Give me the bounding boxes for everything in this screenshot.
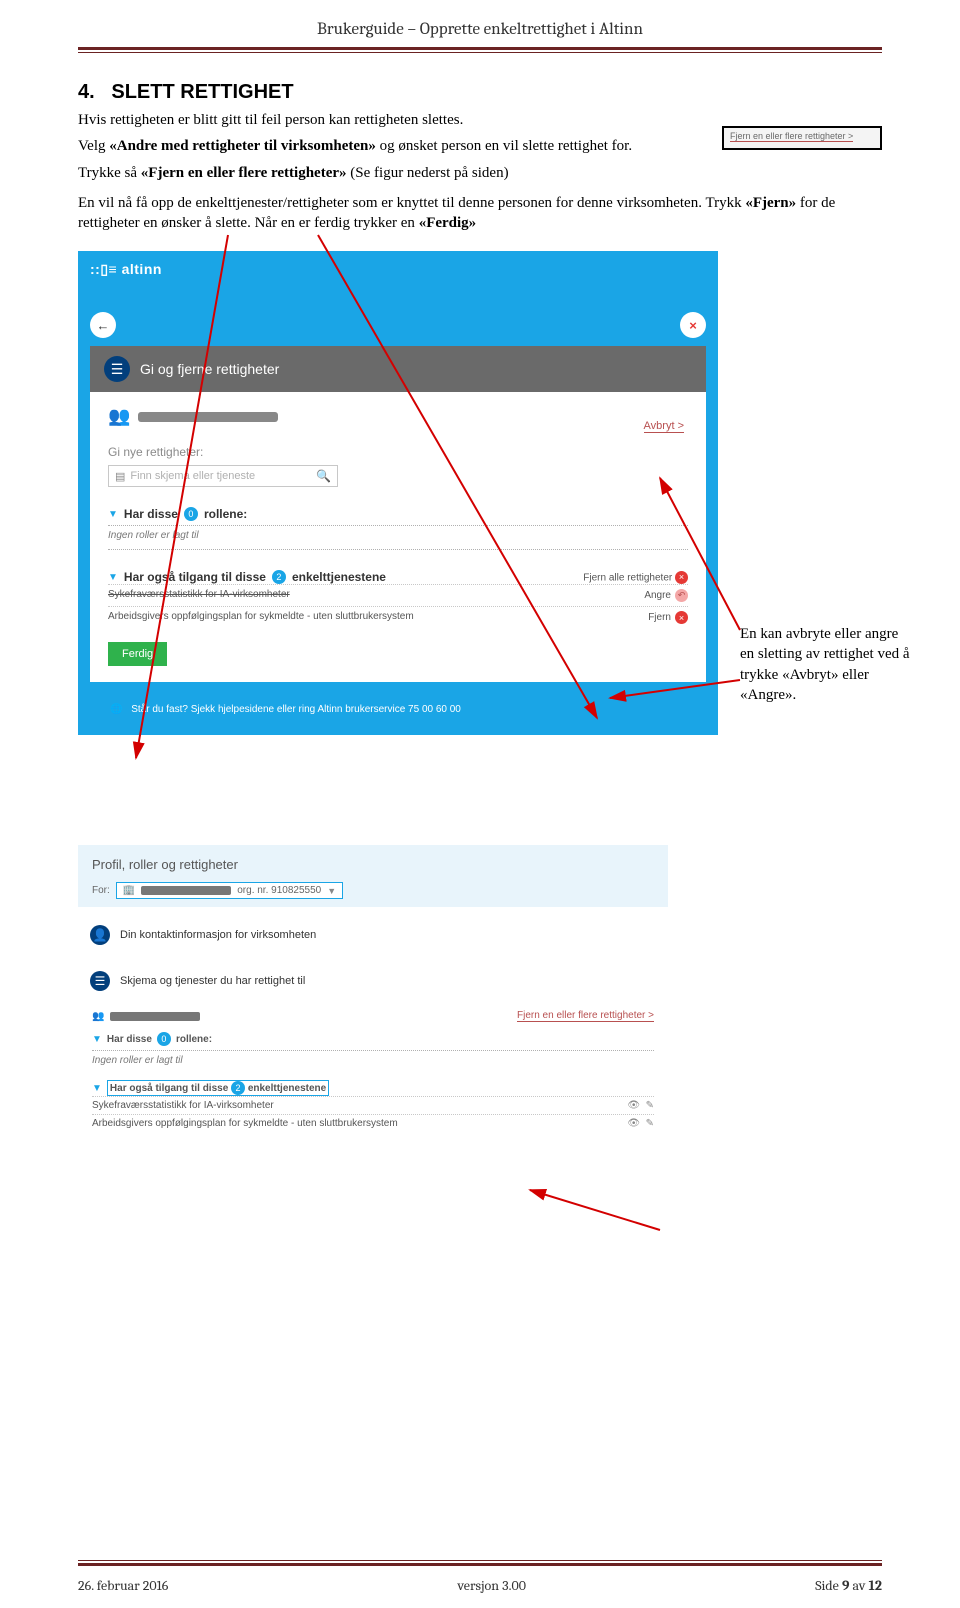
cancel-link[interactable]: Avbryt >	[644, 420, 684, 433]
help-bar: 🌐 Står du fast? Sjekk hjelpesidene eller…	[90, 694, 706, 725]
page-header-title: Brukerguide – Opprette enkeltrettighet i…	[0, 0, 960, 39]
undo-icon[interactable]: ↶	[675, 589, 688, 602]
org-dropdown[interactable]: 🏢 org. nr. 910825550 ▼	[116, 882, 343, 899]
undo-link[interactable]: Angre	[644, 590, 671, 601]
search-icon: 🔍	[316, 469, 331, 483]
service-row-1b: Sykefraværsstatistikk for IA-virksomhete…	[92, 1100, 274, 1111]
redacted-name-2	[110, 1012, 200, 1021]
remove-link[interactable]: Fjern	[648, 612, 671, 623]
para-2: En vil nå få opp de enkelttjenester/rett…	[78, 193, 882, 234]
para-1c: Trykke så «Fjern en eller flere rettighe…	[78, 163, 882, 183]
back-button[interactable]: ←	[90, 312, 116, 338]
chevron-down-icon: ▼	[327, 886, 336, 896]
remove-icon[interactable]: ×	[675, 571, 688, 584]
footer-version: versjon 3.00	[457, 1577, 526, 1594]
dialog-title: Gi og fjerne rettigheter	[140, 361, 279, 377]
services-count-badge: 2	[272, 570, 286, 584]
close-button[interactable]: ×	[680, 312, 706, 338]
triangle-icon: ▼	[108, 509, 118, 520]
users-icon: 👥	[92, 1011, 104, 1022]
view-edit-icons[interactable]: 👁 ✎	[627, 1100, 654, 1111]
footer-page: Side 9 av 12	[815, 1577, 882, 1594]
altinn-logo: ::▯≡ altinn	[90, 261, 162, 278]
service-row-1: Sykefraværsstatistikk for IA-virksomhete…	[108, 589, 290, 602]
search-input[interactable]: ▤ Finn skjema eller tjeneste 🔍	[108, 465, 338, 487]
person-icon: 👤	[90, 925, 110, 945]
roles-heading: ▼ Har disse 0 rollene:	[108, 507, 688, 521]
service-row-2: Arbeidsgivers oppfølgingsplan for sykmel…	[108, 611, 414, 624]
roles-count-badge: 0	[157, 1032, 171, 1046]
for-label: For:	[92, 885, 110, 896]
triangle-icon: ▼	[108, 572, 118, 583]
triangle-icon: ▼	[92, 1083, 102, 1094]
profile-title: Profil, roller og rettigheter	[92, 857, 654, 872]
contact-info-row[interactable]: Din kontaktinformasjon for virksomheten	[120, 929, 316, 941]
view-edit-icons[interactable]: 👁 ✎	[627, 1118, 654, 1129]
services-count-badge: 2	[231, 1081, 245, 1095]
redacted-org	[141, 886, 231, 895]
users-icon: 👥	[108, 406, 130, 427]
remove-rights-link[interactable]: Fjern en eller flere rettigheter >	[517, 1010, 654, 1022]
remove-all-link[interactable]: Fjern alle rettigheter	[583, 572, 672, 583]
section-heading: 4. SLETT RETTIGHET	[78, 81, 882, 104]
section-number: 4.	[78, 81, 95, 103]
form-icon: ☰	[90, 971, 110, 991]
callout-text: En kan avbryte eller angre en sletting a…	[740, 624, 910, 705]
search-placeholder: Finn skjema eller tjeneste	[130, 470, 255, 482]
building-icon: 🏢	[123, 885, 135, 896]
roles-count-badge: 0	[184, 507, 198, 521]
give-rights-label: Gi nye rettigheter:	[108, 445, 688, 459]
no-roles-text-2: Ingen roller er lagt til	[92, 1051, 654, 1070]
footer-rule	[78, 1560, 882, 1566]
triangle-icon: ▼	[92, 1034, 102, 1045]
globe-icon: 🌐	[110, 704, 122, 715]
org-number: org. nr. 910825550	[237, 885, 321, 896]
doc-icon: ▤	[115, 470, 125, 483]
no-roles-text: Ingen roller er lagt til	[108, 526, 688, 545]
service-row-2b: Arbeidsgivers oppfølgingsplan for sykmel…	[92, 1118, 398, 1129]
screenshot-profile-panel: Profil, roller og rettigheter For: 🏢 org…	[78, 845, 668, 1146]
remove-icon[interactable]: ×	[675, 611, 688, 624]
section-title-text: SLETT RETTIGHET	[111, 81, 293, 103]
list-icon: ☰	[104, 356, 130, 382]
done-button[interactable]: Ferdig	[108, 642, 167, 666]
footer-date: 26. februar 2016	[78, 1577, 168, 1594]
redacted-name	[138, 412, 278, 422]
forms-row[interactable]: Skjema og tjenester du har rettighet til	[120, 975, 305, 987]
dialog-header: ☰ Gi og fjerne rettigheter	[90, 346, 706, 392]
screenshot-altinn-dialog: ::▯≡ altinn ← × ☰ Gi og fjerne rettighet…	[78, 251, 718, 735]
remove-rights-chip: Fjern en eller flere rettigheter >	[722, 126, 882, 150]
